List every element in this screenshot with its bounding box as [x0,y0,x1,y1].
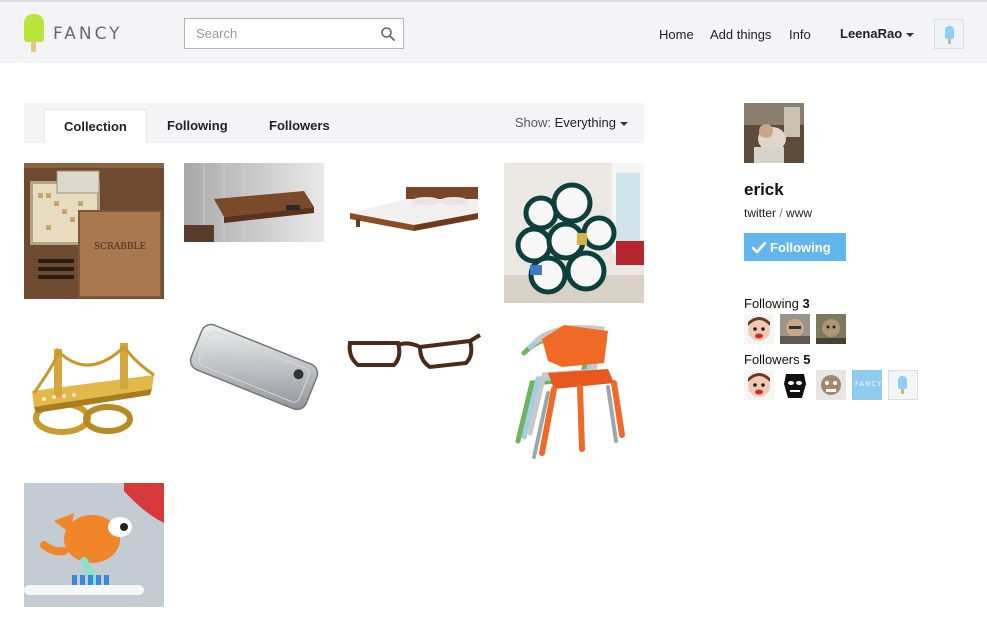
chevron-down-icon [906,32,915,37]
popsicle-icon [945,26,954,39]
followers-label: Followers [744,352,800,367]
profile-photo [744,103,804,163]
website-link[interactable]: www [786,206,812,220]
circle-shelves-image [504,163,644,303]
bed-image [350,187,478,231]
checkmark-icon [751,241,767,254]
nav-info-link[interactable]: Info [789,27,811,42]
follower-avatar[interactable] [888,370,918,400]
item-glasses[interactable] [344,323,484,383]
follower-avatar[interactable] [816,370,846,400]
profile-links: twitter / www [744,206,812,220]
popsicle-stick [31,41,36,52]
avatar-photo-image [816,370,846,400]
toothbrush-figure-image [24,483,164,607]
popsicle-icon [898,376,907,389]
following-button-label: Following [770,239,831,255]
following-button[interactable]: Following [744,233,846,261]
avatar-photo-image [816,314,846,344]
following-label: Following [744,296,799,311]
item-scrabble-box[interactable]: SCRABBLE [24,163,164,299]
popsicle-stick [948,39,951,44]
search-box [184,18,404,49]
profile-avatar[interactable] [744,103,804,163]
shelf-image [184,163,324,242]
popsicle-stick [901,389,904,394]
item-wooden-bed[interactable] [344,163,484,243]
search-input[interactable] [185,19,370,48]
glasses-image [347,333,482,370]
link-separator: / [779,206,783,220]
item-toothbrush-figure[interactable] [24,483,164,607]
user-avatar[interactable] [934,19,964,49]
following-count: 3 [802,296,810,311]
follower-avatar[interactable]: FANCY [852,370,882,400]
show-filter-dropdown[interactable]: Show: Everything [515,115,628,130]
item-stacked-chairs[interactable] [504,323,644,465]
follower-avatar[interactable] [780,370,810,400]
item-bridge-ring[interactable] [24,323,164,443]
twitter-link[interactable]: twitter [744,206,776,220]
nav-home-link[interactable]: Home [659,27,694,42]
item-circle-shelves[interactable] [504,163,644,303]
fancy-logo[interactable]: FANCY [22,14,132,54]
following-avatar[interactable] [816,314,846,344]
item-silver-iphone-case[interactable] [184,323,324,413]
show-filter-label: Show: [514,115,551,130]
following-avatar[interactable] [780,314,810,344]
nav-add-things-link[interactable]: Add things [710,27,771,42]
collection-tab-bar: Collection Following Followers Show: Eve… [24,103,644,143]
followers-count-label[interactable]: Followers 5 [744,352,810,367]
stacked-chairs-image [515,325,625,459]
avatar-face-image [744,314,774,344]
avatar-face-image [744,370,774,400]
user-menu[interactable]: LeenaRao [840,26,915,41]
profile-name: erick [744,180,784,199]
avatar-photo-image [780,314,810,344]
chevron-down-icon [620,121,628,126]
svg-text:SCRABBLE: SCRABBLE [94,242,146,252]
tab-followers[interactable]: Followers [250,109,349,143]
show-filter-value: Everything [554,115,616,130]
fancy-badge-text: FANCY [855,380,882,388]
following-avatar[interactable] [744,314,774,344]
top-bar: FANCY Home Add things Info LeenaRao [0,0,987,63]
bridge-ring-image [32,343,155,435]
avatar-obey-image [780,370,810,400]
username: LeenaRao [840,26,903,41]
logo-text: FANCY [53,24,123,44]
item-wooden-wall-shelf[interactable] [184,163,324,242]
popsicle-icon [24,14,44,42]
following-count-label[interactable]: Following 3 [744,296,810,311]
iphone-case-image [189,323,319,411]
tab-collection[interactable]: Collection [44,109,147,143]
search-icon[interactable] [380,26,396,42]
followers-count: 5 [803,352,811,367]
tab-following[interactable]: Following [148,109,247,143]
scrabble-box-image: SCRABBLE [24,163,164,299]
follower-avatar[interactable] [744,370,774,400]
